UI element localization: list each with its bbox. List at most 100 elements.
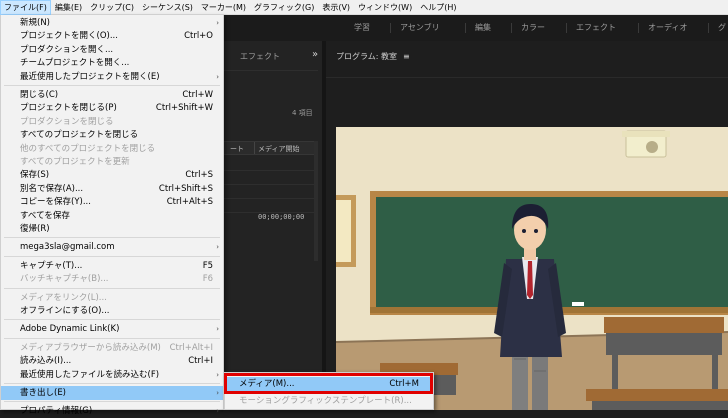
- menu-item-shortcut: Ctrl+M: [389, 379, 419, 389]
- hamburger-icon[interactable]: ≡: [403, 52, 410, 61]
- file-menu-item[interactable]: オフラインにする(O)...: [1, 304, 223, 318]
- workspace-separator: [638, 23, 639, 33]
- workspace-tab-4[interactable]: エフェクト: [576, 15, 616, 41]
- file-menu-item[interactable]: 保存(S) Ctrl+S: [1, 168, 223, 182]
- menu-item-label: 閉じる(C): [20, 90, 59, 100]
- workspace-separator: [390, 23, 391, 33]
- program-monitor-title[interactable]: プログラム: 教室 ≡: [336, 51, 410, 62]
- workspace-tab-5[interactable]: オーディオ: [648, 15, 687, 41]
- chevron-right-icon: ›: [216, 389, 219, 397]
- list-item[interactable]: [218, 185, 314, 199]
- file-menu-item[interactable]: 他のすべてのプロジェクトを閉じる: [1, 142, 223, 156]
- menu-item-shortcut: Ctrl+W: [182, 90, 213, 100]
- workspace-tab-3[interactable]: カラー: [521, 15, 545, 41]
- menu-item-label: すべてのプロジェクトを更新: [20, 157, 130, 167]
- file-menu-item[interactable]: 復帰(R): [1, 222, 223, 236]
- file-menu-item[interactable]: メディアをリンク(L)...: [1, 291, 223, 305]
- menu-1[interactable]: 編集(E): [51, 0, 86, 15]
- file-menu-item[interactable]: すべてのプロジェクトを更新: [1, 155, 223, 169]
- workspace-tab-2[interactable]: 編集: [475, 15, 491, 41]
- menu-item-label: オフラインにする(O)...: [20, 306, 110, 316]
- menu-item-label: すべてのプロジェクトを閉じる: [20, 130, 139, 141]
- file-menu-item[interactable]: プロジェクトを開く(O)... Ctrl+O: [1, 29, 223, 43]
- column-header-rate[interactable]: ート: [230, 144, 244, 154]
- double-chevron-right-icon[interactable]: »: [312, 49, 318, 60]
- file-menu-item[interactable]: 読み込み(I)... Ctrl+I: [1, 354, 223, 368]
- menu-item-label: コピーを保存(Y)...: [20, 197, 91, 208]
- scrollbar[interactable]: [314, 141, 318, 261]
- file-menu-item[interactable]: 新規(N) ›: [1, 16, 223, 30]
- menu-item-label: 最近使用したプロジェクトを開く(E): [20, 71, 160, 82]
- chevron-right-icon: ›: [216, 407, 219, 416]
- menu-item-label: Adobe Dynamic Link(K): [20, 324, 120, 335]
- workspace-separator: [708, 23, 709, 33]
- menu-item-shortcut: Ctrl+Alt+I: [169, 342, 213, 353]
- workspace-separator: [465, 23, 466, 33]
- menu-item-label: プロパティ情報(G): [20, 406, 93, 417]
- column-divider[interactable]: [254, 142, 255, 154]
- column-header-media-start[interactable]: メディア開始: [258, 144, 300, 154]
- chevron-right-icon: ›: [216, 370, 219, 379]
- classroom-illustration: [336, 127, 728, 410]
- file-menu-item[interactable]: Adobe Dynamic Link(K) ›: [1, 322, 223, 336]
- menu-item-label: モーショングラフィックステンプレート(R)...: [239, 396, 412, 406]
- list-item[interactable]: [218, 157, 314, 171]
- file-menu-item[interactable]: すべてを保存: [1, 209, 223, 223]
- menu-item-label: プロダクションを開く...: [20, 44, 114, 55]
- column-header: ート メディア開始: [218, 141, 314, 155]
- menu-item-label: 復帰(R): [20, 224, 50, 234]
- file-menu-item[interactable]: プロダクションを開く...: [1, 43, 223, 57]
- menu-item-label: すべてを保存: [20, 210, 70, 221]
- workspace-tab-6[interactable]: グ: [718, 15, 726, 41]
- menu-5[interactable]: グラフィック(G): [250, 0, 318, 15]
- menu-separator: [4, 319, 220, 321]
- file-menu-item[interactable]: mega3sla@gmail.com ›: [1, 240, 223, 254]
- menu-item-shortcut: Ctrl+Alt+S: [166, 197, 213, 208]
- file-menu-item[interactable]: キャプチャ(T)... F5: [1, 259, 223, 273]
- menu-8[interactable]: ヘルプ(H): [416, 0, 460, 15]
- menu-item-label: メディア(M)...: [239, 379, 295, 389]
- file-menu-item[interactable]: バッチキャプチャ(B)... F6: [1, 272, 223, 286]
- menu-3[interactable]: シーケンス(S): [138, 0, 197, 15]
- file-menu-item[interactable]: 最近使用したファイルを読み込む(F) ›: [1, 368, 223, 382]
- menu-separator: [4, 237, 220, 239]
- file-menu: 新規(N) › プロジェクトを開く(O)... Ctrl+O プロダクションを開く...…: [0, 15, 224, 416]
- workspace-tab-0[interactable]: 学習: [354, 15, 370, 41]
- menu-6[interactable]: 表示(V): [318, 0, 354, 15]
- menu-item-shortcut: Ctrl+S: [185, 170, 213, 181]
- menu-separator: [4, 287, 220, 289]
- menu-item-label: メディアブラウザーから読み込み(M): [20, 342, 161, 353]
- file-menu-item[interactable]: チームプロジェクトを開く...: [1, 56, 223, 70]
- list-item[interactable]: [218, 199, 314, 213]
- export-media-item[interactable]: メディア(M)... Ctrl+M: [225, 377, 433, 392]
- file-menu-item[interactable]: 閉じる(C) Ctrl+W: [1, 88, 223, 102]
- project-panel: エフェクト » 4 項目 ート メディア開始 00;00;00;00: [218, 41, 318, 410]
- tab-effects[interactable]: エフェクト: [240, 51, 280, 62]
- menu-0[interactable]: ファイル(F): [0, 0, 51, 15]
- file-menu-item[interactable]: メディアブラウザーから読み込み(M) Ctrl+Alt+I: [1, 341, 223, 355]
- file-menu-item[interactable]: プロダクションを閉じる: [1, 115, 223, 129]
- menu-item-label: 新規(N): [20, 18, 50, 28]
- workspace-tab-1[interactable]: アセンブリ: [400, 15, 440, 41]
- menu-item-label: プロダクションを閉じる: [20, 116, 114, 127]
- file-menu-item[interactable]: 別名で保存(A)... Ctrl+Shift+S: [1, 182, 223, 196]
- chevron-right-icon: ›: [216, 243, 219, 252]
- file-menu-item[interactable]: すべてのプロジェクトを閉じる: [1, 128, 223, 142]
- file-menu-item[interactable]: プロジェクトを閉じる(P) Ctrl+Shift+W: [1, 101, 223, 115]
- file-menu-item[interactable]: 書き出し(E) ›: [1, 386, 223, 400]
- export-mogrt-item[interactable]: モーショングラフィックステンプレート(R)...: [225, 394, 433, 409]
- file-menu-item[interactable]: プロパティ情報(G) ›: [1, 404, 223, 418]
- video-frame[interactable]: [336, 127, 728, 410]
- menu-7[interactable]: ウィンドウ(W): [354, 0, 416, 15]
- list-item[interactable]: [218, 171, 314, 185]
- divider: [326, 77, 728, 78]
- menu-2[interactable]: クリップ(C): [86, 0, 138, 15]
- menu-item-label: キャプチャ(T)...: [20, 260, 83, 271]
- file-menu-item[interactable]: コピーを保存(Y)... Ctrl+Alt+S: [1, 195, 223, 209]
- chevron-right-icon: ›: [216, 325, 219, 334]
- menu-4[interactable]: マーカー(M): [197, 0, 250, 15]
- menu-separator: [4, 85, 220, 86]
- file-menu-item[interactable]: 最近使用したプロジェクトを開く(E) ›: [1, 70, 223, 84]
- menubar: ファイル(F) 編集(E) クリップ(C) シーケンス(S) マーカー(M) グラフィック…: [0, 0, 728, 15]
- menu-item-label: mega3sla@gmail.com: [20, 242, 115, 253]
